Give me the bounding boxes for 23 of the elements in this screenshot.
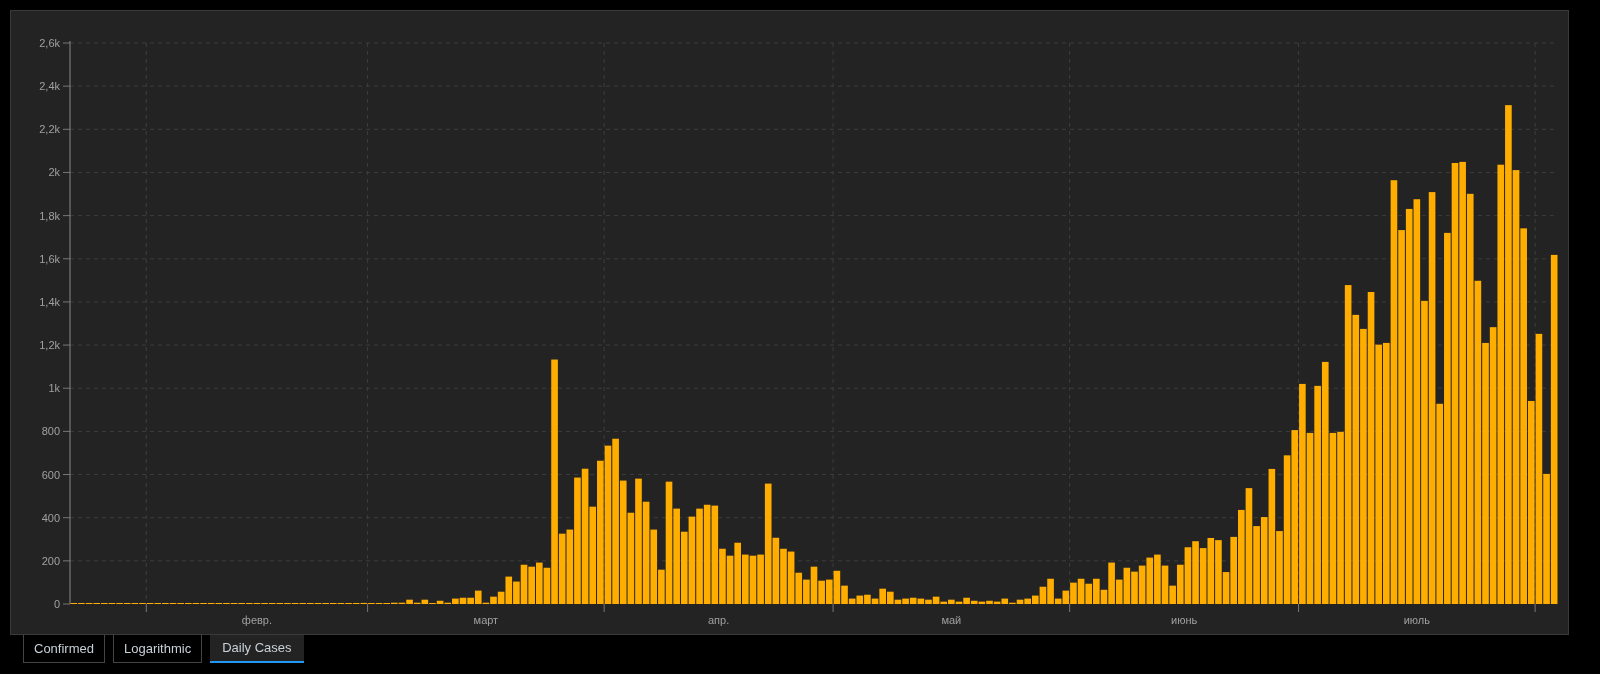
x-axis-label: май — [941, 614, 962, 626]
x-axis-label: февр. — [241, 614, 273, 626]
y-axis-label: 1,4k — [39, 295, 60, 308]
tab[interactable]: Logarithmic — [112, 635, 203, 663]
x-axis-label: июнь — [1171, 614, 1198, 626]
y-axis-label: 0 — [53, 598, 60, 610]
y-axis-label: 2k — [48, 166, 60, 179]
x-axis-label: март — [473, 614, 499, 626]
y-axis-label: 1,2k — [39, 339, 60, 352]
y-axis-label: 2,4k — [39, 80, 60, 93]
y-axis-label: 600 — [41, 468, 60, 481]
y-axis-label: 2,6k — [39, 37, 60, 49]
y-axis-label: 800 — [41, 425, 60, 438]
x-axis-label: апр. — [708, 614, 730, 626]
x-axis-label: июль — [1403, 614, 1430, 626]
y-axis-label: 400 — [41, 511, 60, 524]
tab[interactable]: Confirmed — [23, 635, 105, 663]
tab[interactable]: Daily Cases — [210, 635, 304, 663]
y-axis-label: 1,8k — [39, 209, 60, 222]
y-axis-label: 200 — [41, 554, 60, 567]
y-axis-label: 1,6k — [39, 252, 60, 265]
y-axis-label: 1k — [48, 382, 60, 395]
y-axis-label: 2,2k — [39, 123, 60, 136]
